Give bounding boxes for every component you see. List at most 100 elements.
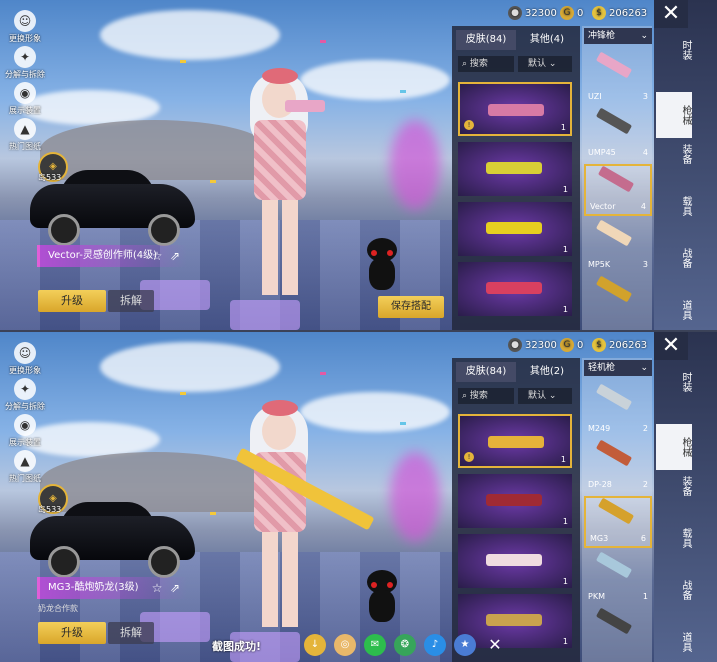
menu-dismantle[interactable]: ✦ 分解与拆除 — [0, 46, 50, 80]
weapon-category-item[interactable] — [584, 607, 652, 660]
menu-change-appearance[interactable]: ☺ 更换形象 — [0, 342, 50, 376]
close-icon[interactable]: ✕ — [654, 332, 688, 360]
coupon-icon: $ — [592, 6, 606, 20]
right-nav-tab[interactable]: 道具 — [656, 632, 692, 652]
menu-hot-blueprints[interactable]: ▲ 热门图纸 — [0, 450, 50, 484]
right-nav-tab[interactable]: 枪械 — [656, 424, 692, 470]
skin-card[interactable]: 1! — [458, 414, 572, 468]
weapon-category-item[interactable]: MG3 6 — [584, 496, 652, 548]
weapon-name: UMP45 — [588, 148, 616, 157]
sort-dropdown[interactable]: 默认 ⌄ — [518, 388, 572, 404]
puzzle-icon: ✦ — [14, 46, 36, 68]
skin-card[interactable]: 1 — [458, 262, 572, 316]
menu-display-device[interactable]: ◉ 展示装置 — [0, 414, 50, 448]
save-outfit-button[interactable]: 保存搭配 — [378, 296, 444, 318]
screenshot-panel-top: ☺ 更换形象 ✦ 分解与拆除 ◉ 展示装置 ▲ 热门图纸 ◈ 岛533 Vect… — [0, 0, 717, 330]
right-nav-tab[interactable]: 战备 — [656, 580, 692, 600]
upgrade-button[interactable]: 升级 — [38, 290, 106, 312]
qzone-icon[interactable]: ★ — [454, 634, 476, 656]
weapon-skin-icon — [486, 282, 542, 294]
menu-dismantle[interactable]: ✦ 分解与拆除 — [0, 378, 50, 412]
menu-hot-blueprints[interactable]: ▲ 热门图纸 — [0, 118, 50, 152]
weapon-category-item[interactable]: UZI 3 — [584, 51, 652, 104]
right-nav-tab[interactable]: 载具 — [656, 196, 692, 216]
screenshot-panel-bottom: ☺ 更换形象 ✦ 分解与拆除 ◉ 展示装置 ▲ 热门图纸 ◈ 岛533 MG3-… — [0, 332, 717, 662]
weapon-skin-icon — [486, 614, 542, 626]
skin-card[interactable]: 1 — [458, 534, 572, 588]
weapon-skin-icon — [488, 436, 544, 448]
qq-icon[interactable]: ♪ — [424, 634, 446, 656]
close-icon[interactable]: ✕ — [484, 634, 506, 656]
weapon-skin-icon — [486, 162, 542, 174]
weapon-category-item[interactable]: UMP45 4 — [584, 107, 652, 160]
weapon-skin-icon — [486, 222, 542, 234]
status-icon: ! — [464, 120, 474, 130]
search-icon: ⌕ — [462, 391, 470, 401]
tab-skins[interactable]: 皮肤(84) — [456, 30, 516, 50]
search-icon: ⌕ — [462, 59, 470, 69]
right-nav-tab[interactable]: 枪械 — [656, 92, 692, 138]
search-input[interactable]: ⌕ 搜索 — [458, 56, 514, 72]
weapon-icon — [595, 607, 633, 635]
weapon-name: DP-28 — [588, 480, 612, 489]
weapon-icon — [597, 497, 635, 525]
star-icon[interactable]: ☆ — [150, 249, 164, 263]
peacekeeper-icon[interactable]: ◎ — [334, 634, 356, 656]
skin-subtitle: 奶龙合作款 — [38, 604, 78, 613]
weapon-count: 2 — [642, 424, 648, 433]
eye-icon: ◉ — [14, 82, 36, 104]
close-icon[interactable]: ✕ — [654, 0, 688, 28]
right-nav-tab[interactable]: 时装 — [656, 372, 692, 392]
share-toolbar: 截图成功! ↓ ◎ ✉ ❂ ♪ ★ ✕ — [212, 632, 512, 662]
right-nav-tab[interactable]: 道具 — [656, 300, 692, 320]
weapon-icon — [595, 383, 633, 411]
weapon-count: 4 — [640, 202, 646, 211]
skin-count: 1 — [562, 517, 568, 526]
right-nav-tab[interactable]: 载具 — [656, 528, 692, 548]
weapon-category-item[interactable]: DP-28 2 — [584, 439, 652, 492]
dismantle-button[interactable]: 拆解 — [108, 622, 154, 644]
weapon-category-item[interactable]: MP5K 3 — [584, 219, 652, 272]
menu-change-appearance[interactable]: ☺ 更换形象 — [0, 10, 50, 44]
skin-card[interactable]: 1! — [458, 82, 572, 136]
coupon-icon: $ — [592, 338, 606, 352]
player-character — [240, 60, 320, 300]
menu-label: 更换形象 — [9, 366, 41, 375]
right-nav-tab[interactable]: 时装 — [656, 40, 692, 60]
wechat-icon[interactable]: ✉ — [364, 634, 386, 656]
dismantle-button[interactable]: 拆解 — [108, 290, 154, 312]
gold-coin-icon: G — [560, 338, 574, 352]
star-icon[interactable]: ☆ — [150, 581, 164, 595]
weapon-name: Vector — [590, 202, 616, 211]
weapon-category-item[interactable] — [584, 275, 652, 328]
weapon-category-item[interactable]: PKM 1 — [584, 551, 652, 604]
upgrade-button[interactable]: 升级 — [38, 622, 106, 644]
menu-label: 分解与拆除 — [5, 402, 45, 411]
skin-card[interactable]: 1 — [458, 202, 572, 256]
tab-skins[interactable]: 皮肤(84) — [456, 362, 516, 382]
weapon-category-item[interactable]: M249 2 — [584, 383, 652, 436]
right-nav-tab[interactable]: 装备 — [656, 476, 692, 496]
weapon-category-item[interactable]: Vector 4 — [584, 164, 652, 216]
download-icon[interactable]: ↓ — [304, 634, 326, 656]
badge-label: 岛533 — [38, 173, 62, 182]
menu-label: 热门图纸 — [9, 474, 41, 483]
right-nav-tab[interactable]: 装备 — [656, 144, 692, 164]
category-dropdown[interactable]: 轻机枪 ⌄ — [584, 360, 652, 376]
right-nav-tab[interactable]: 战备 — [656, 248, 692, 268]
search-input[interactable]: ⌕ 搜索 — [458, 388, 514, 404]
weapon-name: M249 — [588, 424, 611, 433]
tab-other[interactable]: 其他(4) — [518, 30, 576, 50]
category-dropdown[interactable]: 冲锋枪 ⌄ — [584, 28, 652, 44]
blueprint-icon: ▲ — [14, 450, 36, 472]
moments-icon[interactable]: ❂ — [394, 634, 416, 656]
tab-other[interactable]: 其他(2) — [518, 362, 576, 382]
share-icon[interactable]: ⇗ — [168, 581, 182, 595]
sort-dropdown[interactable]: 默认 ⌄ — [518, 56, 572, 72]
chevron-down-icon: ⌄ — [640, 31, 648, 41]
silver-coin-icon: ● — [508, 338, 522, 352]
skin-card[interactable]: 1 — [458, 142, 572, 196]
skin-card[interactable]: 1 — [458, 474, 572, 528]
share-icon[interactable]: ⇗ — [168, 249, 182, 263]
menu-display-device[interactable]: ◉ 展示装置 — [0, 82, 50, 116]
